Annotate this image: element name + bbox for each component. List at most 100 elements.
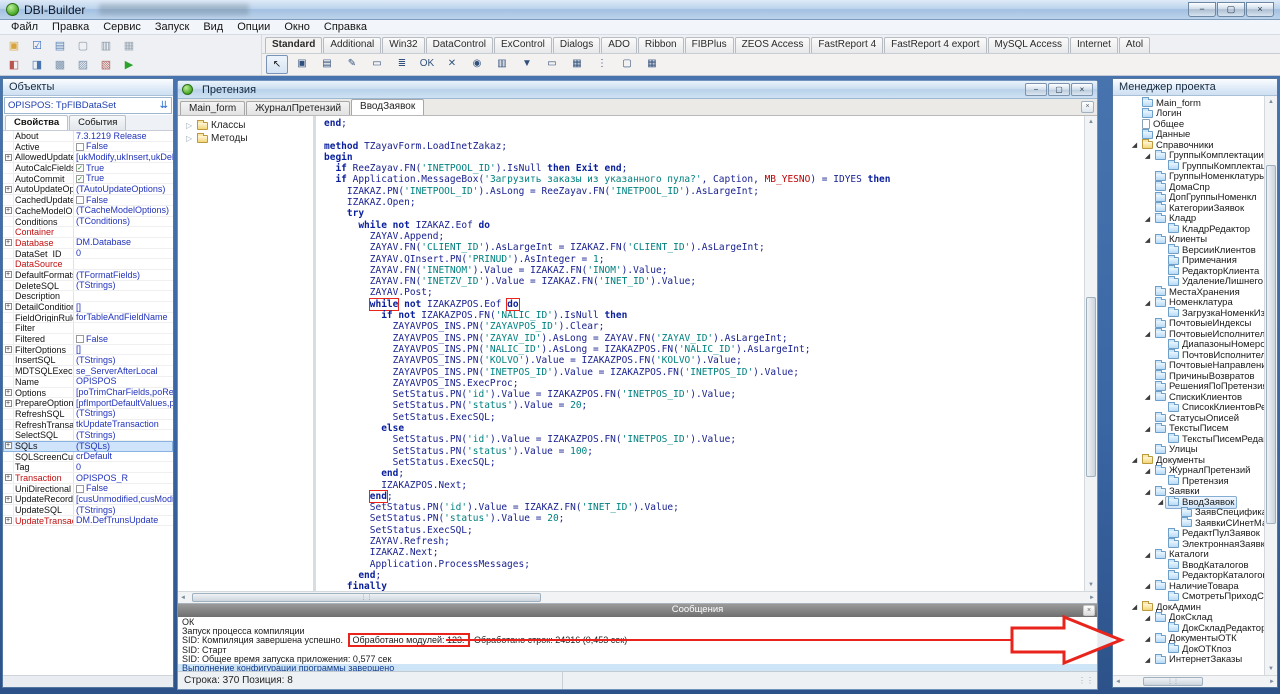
scroll-up-icon[interactable]: ▲ (1088, 116, 1094, 128)
code-line[interactable]: SetStatus.ExecSQL; (324, 525, 1084, 536)
property-row[interactable]: FieldOriginRuleforTableAndFieldName (3, 313, 173, 324)
property-row[interactable]: +SQLs(TSQLs) (3, 441, 173, 452)
minimize-button[interactable]: − (1188, 2, 1216, 17)
property-value[interactable]: (TStrings) (74, 430, 173, 440)
project-panel-header[interactable]: Менеджер проекта (1113, 79, 1277, 96)
property-value[interactable]: (TAutoUpdateOptions) (74, 184, 173, 194)
code-line[interactable]: ZAYAV.Refresh; (324, 536, 1084, 547)
property-value[interactable] (74, 259, 173, 269)
property-value[interactable]: (TStrings) (74, 281, 173, 291)
message-row[interactable]: Выполнение конфигурации программы заверш… (178, 664, 1097, 671)
tree-item-body[interactable]: ИнтернетЗаказы (1152, 653, 1245, 666)
maximize-button[interactable]: ▢ (1048, 83, 1070, 96)
property-value[interactable]: OPISPOS (74, 377, 173, 387)
code-line[interactable]: ZAYAV.FN('INETZV_ID').Value = IZAKAZ.FN(… (324, 276, 1084, 287)
editor-vertical-scrollbar[interactable]: ▲ ▼ (1084, 116, 1097, 591)
expanded-arrow-icon[interactable]: ◢ (1143, 393, 1152, 401)
message-row[interactable]: ОК (178, 618, 1097, 627)
scroll-left-icon[interactable]: ◄ (180, 592, 186, 604)
checkbox-icon[interactable]: ✓ (76, 175, 84, 183)
expand-icon[interactable]: + (5, 303, 12, 310)
code-line[interactable]: SetStatus.ExecSQL; (324, 412, 1084, 423)
code-line[interactable]: ZAYAVPOS_INS.ExecProc; (324, 378, 1084, 389)
code-line[interactable]: end; (324, 468, 1084, 479)
button-component-icon[interactable]: OK (416, 55, 438, 74)
code-line[interactable]: IZAKAZ.Next; (324, 547, 1084, 558)
tree-item[interactable]: ◢ИнтернетЗаказы (1113, 655, 1264, 666)
property-value[interactable]: crDefault (74, 452, 173, 462)
expanded-arrow-icon[interactable]: ◢ (1143, 635, 1152, 643)
expand-icon[interactable]: + (5, 154, 12, 161)
scroll-thumb[interactable] (1086, 297, 1096, 478)
property-row[interactable]: +UpdateTransactionDM.DefTrunsUpdate (3, 516, 173, 527)
palette-tab[interactable]: ZEOS Access (735, 37, 811, 53)
code-line[interactable]: method TZayavForm.LoadInetZakaz; (324, 141, 1084, 152)
maximize-button[interactable]: ▢ (1217, 2, 1245, 17)
palette-tab[interactable]: ADO (601, 37, 637, 53)
property-row[interactable]: MDTSQLExecuteOrderse_ServerAfterLocal (3, 366, 173, 377)
property-row[interactable]: ActiveFalse (3, 142, 173, 153)
property-value[interactable]: se_ServerAfterLocal (74, 366, 173, 376)
save-all-icon[interactable]: ▤ (50, 37, 70, 54)
expanded-arrow-icon[interactable]: ◢ (1143, 582, 1152, 590)
code-line[interactable]: ZAYAV.Post; (324, 287, 1084, 298)
expanded-arrow-icon[interactable]: ◢ (1130, 141, 1139, 149)
property-row[interactable]: +AutoUpdateOptions(TAutoUpdateOptions) (3, 184, 173, 195)
view-units-icon[interactable]: ☑ (27, 37, 47, 54)
property-row[interactable]: AutoCalcFields✓True (3, 163, 173, 174)
tree-item[interactable]: Main_form (1113, 98, 1264, 109)
expand-icon[interactable]: + (5, 271, 12, 278)
property-row[interactable]: InsertSQL(TStrings) (3, 355, 173, 366)
property-row[interactable]: +DefaultFormats(TFormatFields) (3, 270, 173, 281)
palette-tab[interactable]: Dialogs (553, 37, 600, 53)
expanded-arrow-icon[interactable]: ◢ (1143, 467, 1152, 475)
palette-tab[interactable]: FIBPlus (685, 37, 734, 53)
menu-item[interactable]: Вид (196, 20, 230, 34)
mainmenu-component-icon[interactable]: ▤ (316, 55, 338, 74)
code-line[interactable]: IZAKAZ.Open; (324, 197, 1084, 208)
view-forms-icon[interactable]: ◨ (27, 56, 47, 73)
menu-item[interactable]: Файл (4, 20, 45, 34)
combobox-component-icon[interactable]: ▼ (516, 55, 538, 74)
property-row[interactable]: UpdateSQL(TStrings) (3, 505, 173, 516)
code-line[interactable]: SetStatus.PN('id').Value = IZAKAZPOS.FN(… (324, 389, 1084, 400)
palette-tab[interactable]: FastReport 4 export (884, 37, 986, 53)
editor-tab[interactable]: ВводЗаявок (351, 99, 424, 115)
property-row[interactable]: +CacheModelOptions(TCacheModelOptions) (3, 206, 173, 217)
property-value[interactable]: OPISPOS_R (74, 473, 173, 483)
code-line[interactable]: SetStatus.PN('status').Value = 20; (324, 400, 1084, 411)
checkbox-icon[interactable] (76, 196, 84, 204)
expanded-arrow-icon[interactable]: ◢ (1143, 236, 1152, 244)
scroll-down-icon[interactable]: ▼ (1088, 579, 1094, 591)
property-value[interactable]: 0 (74, 249, 173, 259)
property-row[interactable]: RefreshTransactiontkUpdateTransaction (3, 420, 173, 431)
scrollbar-component-icon[interactable]: ▭ (541, 55, 563, 74)
close-button[interactable]: × (1071, 83, 1093, 96)
code-line[interactable]: ZAYAVPOS_INS.PN('INETPOS_ID').Value = IZ… (324, 367, 1084, 378)
scroll-right-icon[interactable]: ► (1089, 592, 1095, 604)
palette-tab[interactable]: FastReport 4 (811, 37, 883, 53)
new-unit-icon[interactable]: ▥ (96, 37, 116, 54)
property-row[interactable]: DataSet_ID0 (3, 249, 173, 260)
code-line[interactable]: begin (324, 152, 1084, 163)
property-row[interactable]: About7.3.1219 Release (3, 131, 173, 142)
expanded-arrow-icon[interactable]: ◢ (1143, 656, 1152, 664)
code-line[interactable]: SetStatus.PN('id').Value = IZAKAZPOS.FN(… (324, 434, 1084, 445)
property-row[interactable]: +UpdateRecordTypes[cusUnmodified,cusModi… (3, 494, 173, 505)
expand-icon[interactable]: + (5, 400, 12, 407)
property-value[interactable]: [poTrimCharFields,poRefresh. (74, 388, 173, 398)
run-button[interactable]: ▶ (119, 56, 139, 73)
menu-item[interactable]: Сервис (96, 20, 148, 34)
property-row[interactable]: +DatabaseDM.Database (3, 238, 173, 249)
object-selector-combo[interactable]: OPISPOS: TpFIBDataSet ⇊ (4, 97, 172, 114)
property-row[interactable]: DataSource (3, 259, 173, 270)
code-line[interactable]: IZAKAZ.PN('INETPOOL_ID').AsLong = ReeZay… (324, 186, 1084, 197)
palette-tab[interactable]: Win32 (382, 37, 424, 53)
expanded-arrow-icon[interactable]: ◢ (1143, 330, 1152, 338)
property-row[interactable]: CachedUpdatesFalse (3, 195, 173, 206)
menu-item[interactable]: Справка (317, 20, 374, 34)
code-line[interactable]: ZAYAV.QInsert.PN('PRINUD').AsInteger = 1… (324, 254, 1084, 265)
tile-windows-icon[interactable]: ▨ (73, 56, 93, 73)
scroll-thumb[interactable]: ⋮⋮ (1143, 677, 1203, 686)
property-value[interactable]: [ukModify,ukInsert,ukDelete] (74, 152, 173, 162)
